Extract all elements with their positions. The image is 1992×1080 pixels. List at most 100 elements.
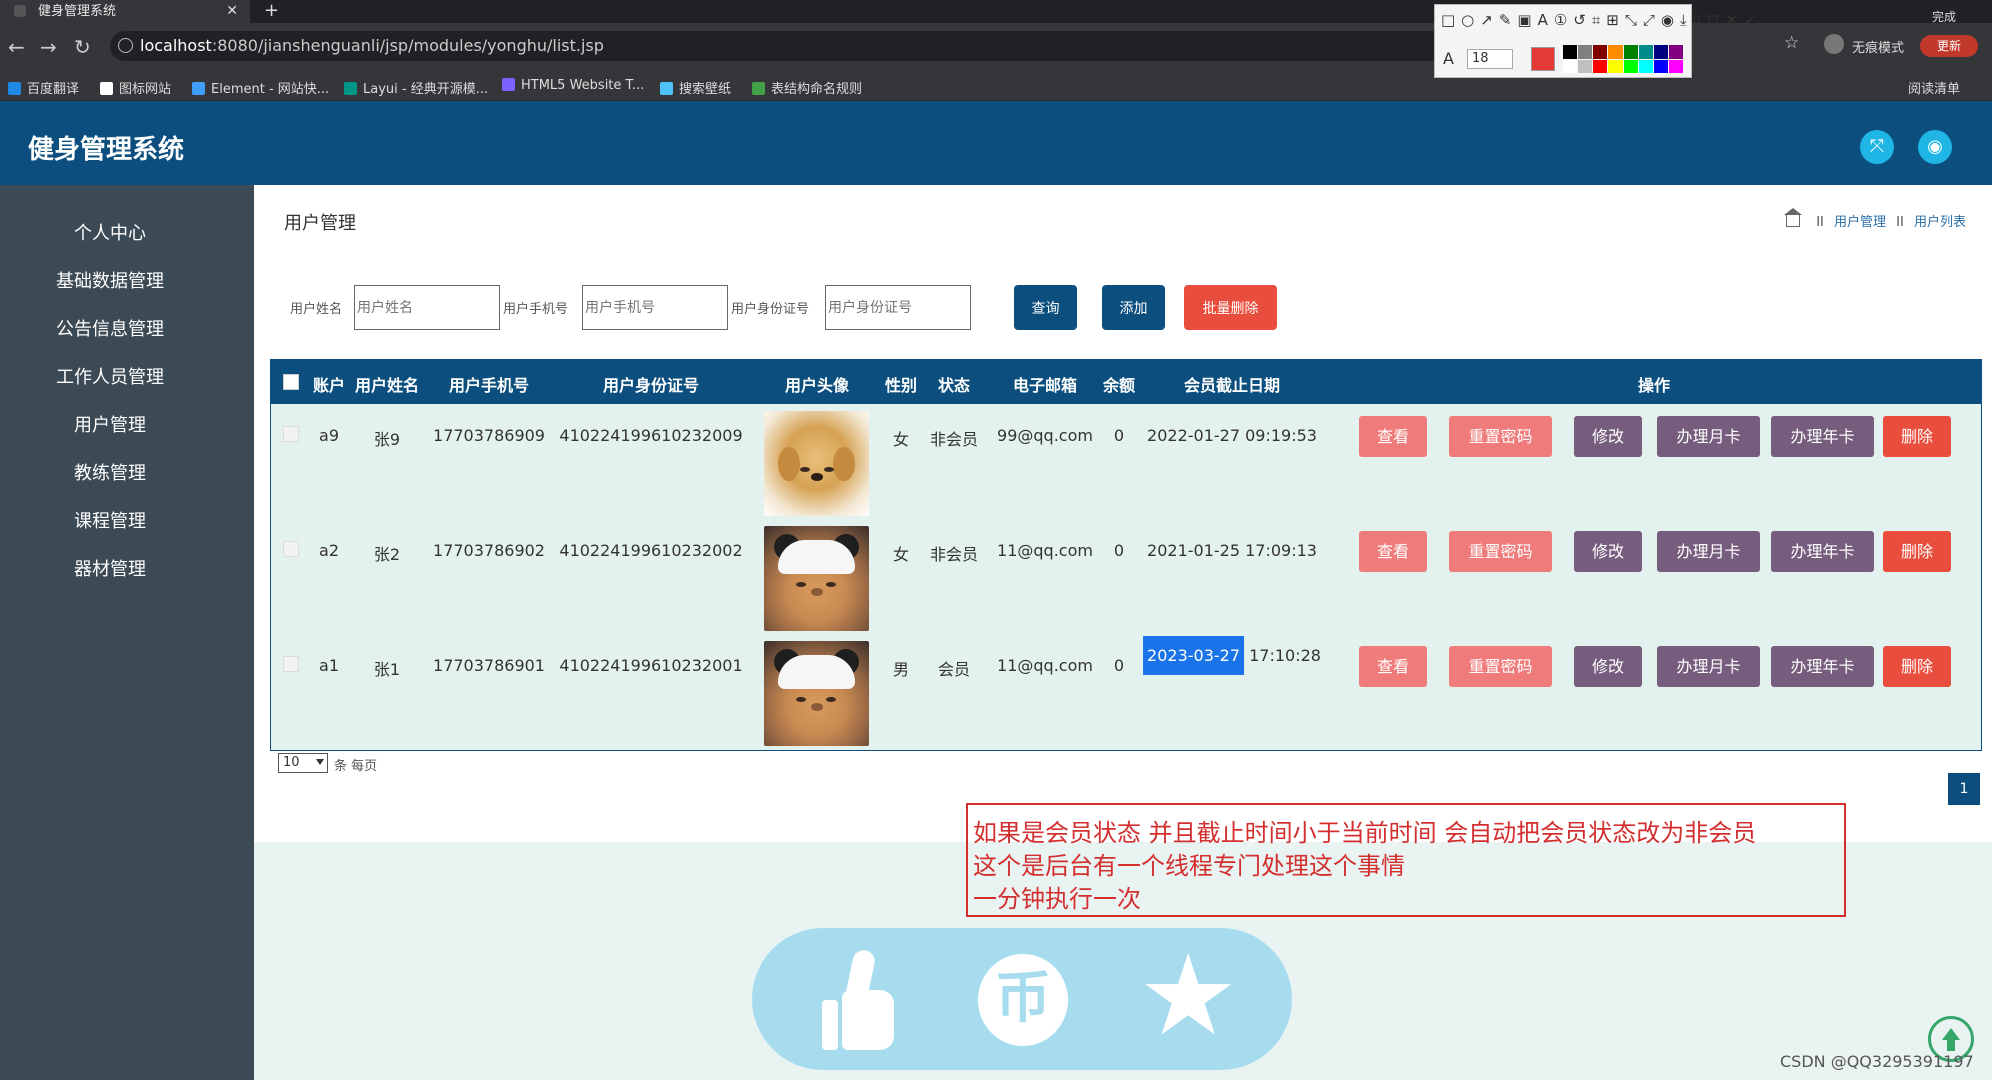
- add-button[interactable]: 添加: [1102, 285, 1165, 330]
- annotation-line: 如果是会员状态 并且截止时间小于当前时间 会自动把会员状态改为非会员: [973, 819, 1757, 847]
- breadcrumb-item[interactable]: 用户管理: [1834, 215, 1886, 230]
- page-title: 用户管理: [284, 213, 356, 234]
- row-checkbox[interactable]: [283, 656, 299, 672]
- phone-search-input[interactable]: [582, 285, 728, 330]
- browser-tab[interactable]: 健身管理系统 ✕: [0, 0, 250, 23]
- reading-list[interactable]: 阅读清单: [1908, 78, 1960, 97]
- row-checkbox[interactable]: [283, 541, 299, 557]
- sidebar-item-coaches[interactable]: 教练管理: [0, 459, 220, 485]
- edit-button[interactable]: 修改: [1574, 646, 1642, 687]
- sidebar-item-courses[interactable]: 课程管理: [0, 507, 220, 533]
- yearly-card-button[interactable]: 办理年卡: [1771, 646, 1874, 687]
- sidebar-item-basic-data[interactable]: 基础数据管理: [0, 267, 220, 293]
- query-button[interactable]: 查询: [1014, 285, 1077, 330]
- address-bar[interactable]: localhost:8080/jianshenguanli/jsp/module…: [110, 31, 1460, 61]
- cell-expiry: 2023-03-27 17:10:28: [1143, 636, 1321, 675]
- table-row: a2 张2 17703786902 410224199610232002 女 非…: [271, 521, 1981, 636]
- bookmark-star-icon[interactable]: ☆: [1784, 33, 1799, 53]
- bookmarks-bar: 百度翻译 图标网站 Element - 网站快... Layui - 经典开源模…: [0, 71, 1992, 101]
- cell-account: a1: [319, 656, 339, 675]
- annotation-done[interactable]: 完成: [1932, 8, 1956, 25]
- column-header: 账户: [312, 376, 346, 395]
- fullscreen-icon[interactable]: ⤧: [1860, 130, 1894, 164]
- column-header: 用户身份证号: [602, 376, 700, 395]
- idcard-search-input[interactable]: [825, 285, 971, 330]
- cell-account: a2: [319, 541, 339, 560]
- annotation-tools[interactable]: □○↗✎▣A①↺⌗⊞⤡⤢◉⤓▯⊡✕✓: [1441, 11, 1763, 29]
- tab-close-icon[interactable]: ✕: [226, 0, 238, 23]
- column-header: 电子邮箱: [1012, 376, 1078, 395]
- selected-date-text[interactable]: 2023-03-27: [1143, 636, 1245, 675]
- site-info-icon[interactable]: [118, 38, 133, 53]
- sidebar-item-announcements[interactable]: 公告信息管理: [0, 315, 220, 341]
- new-tab-button[interactable]: +: [264, 0, 279, 22]
- sidebar-item-equipment[interactable]: 器材管理: [0, 555, 220, 581]
- cell-expiry: 2022-01-27 09:19:53: [1147, 426, 1317, 445]
- column-header: 会员截止日期: [1183, 376, 1281, 395]
- url-path: :8080/jianshenguanli/jsp/modules/yonghu/…: [211, 36, 604, 55]
- user-icon[interactable]: ◉: [1918, 130, 1952, 164]
- delete-button[interactable]: 删除: [1883, 646, 1951, 687]
- monthly-card-button[interactable]: 办理月卡: [1657, 531, 1760, 572]
- update-button[interactable]: 更新: [1920, 35, 1978, 57]
- edit-button[interactable]: 修改: [1574, 531, 1642, 572]
- current-color-swatch[interactable]: [1531, 47, 1555, 71]
- bookmark-item[interactable]: 百度翻译: [8, 78, 79, 97]
- row-checkbox[interactable]: [283, 426, 299, 442]
- bookmark-icon: [8, 82, 21, 95]
- monthly-card-button[interactable]: 办理月卡: [1657, 646, 1760, 687]
- select-all-checkbox[interactable]: [283, 374, 299, 390]
- bookmark-item[interactable]: Element - 网站快...: [192, 78, 329, 97]
- home-icon[interactable]: [1784, 208, 1803, 227]
- bookmark-item[interactable]: Layui - 经典开源模...: [344, 78, 488, 97]
- column-header: 用户手机号: [448, 376, 530, 395]
- bookmark-item[interactable]: HTML5 Website T...: [502, 78, 644, 93]
- bookmark-icon: [192, 82, 205, 95]
- bookmark-icon: [502, 78, 515, 91]
- back-arrow-icon[interactable]: ←: [8, 35, 25, 59]
- reload-icon[interactable]: ↻: [74, 35, 91, 59]
- cell-status: 非会员: [929, 430, 979, 449]
- reset-password-button[interactable]: 重置密码: [1449, 646, 1552, 687]
- cell-phone: 17703786902: [433, 541, 545, 560]
- sidebar-item-personal-center[interactable]: 个人中心: [0, 219, 220, 245]
- color-palette[interactable]: [1563, 45, 1683, 73]
- name-search-input[interactable]: [354, 285, 500, 330]
- sidebar-item-users[interactable]: 用户管理: [0, 411, 220, 437]
- cell-status: 非会员: [929, 545, 979, 564]
- chevron-down-icon: [316, 759, 324, 765]
- view-button[interactable]: 查看: [1359, 531, 1427, 572]
- bookmark-icon: [344, 82, 357, 95]
- view-button[interactable]: 查看: [1359, 646, 1427, 687]
- coin-icon[interactable]: 币: [978, 950, 1068, 1050]
- avatar-cat-image: [764, 526, 869, 631]
- yearly-card-button[interactable]: 办理年卡: [1771, 531, 1874, 572]
- avatar-cat-image: [764, 641, 869, 746]
- bookmark-item[interactable]: 图标网站: [100, 78, 171, 97]
- forward-arrow-icon[interactable]: →: [40, 35, 57, 59]
- delete-button[interactable]: 删除: [1883, 531, 1951, 572]
- cell-idcard: 410224199610232009: [559, 426, 743, 445]
- idcard-search-label: 用户身份证号: [731, 302, 810, 317]
- user-table: 账户 用户姓名 用户手机号 用户身份证号 用户头像 性别 状态 电子邮箱 余额 …: [270, 359, 1982, 751]
- cell-name: 张9: [373, 430, 401, 449]
- font-size-select[interactable]: 18: [1467, 49, 1513, 69]
- reset-password-button[interactable]: 重置密码: [1449, 416, 1552, 457]
- page-number-button[interactable]: 1: [1948, 773, 1980, 805]
- bookmark-item[interactable]: 搜索壁纸: [660, 78, 731, 97]
- bookmark-item[interactable]: 表结构命名规则: [752, 78, 862, 97]
- thumbs-up-icon[interactable]: [816, 948, 906, 1050]
- star-icon[interactable]: ★: [1138, 940, 1238, 1052]
- breadcrumb-item[interactable]: 用户列表: [1914, 215, 1966, 230]
- tab-title: 健身管理系统: [38, 4, 117, 19]
- delete-button[interactable]: 删除: [1883, 416, 1951, 457]
- yearly-card-button[interactable]: 办理年卡: [1771, 416, 1874, 457]
- cell-idcard: 410224199610232001: [559, 656, 743, 675]
- view-button[interactable]: 查看: [1359, 416, 1427, 457]
- monthly-card-button[interactable]: 办理月卡: [1657, 416, 1760, 457]
- batch-delete-button[interactable]: 批量删除: [1184, 285, 1277, 330]
- reset-password-button[interactable]: 重置密码: [1449, 531, 1552, 572]
- sidebar-item-staff[interactable]: 工作人员管理: [0, 363, 220, 389]
- edit-button[interactable]: 修改: [1574, 416, 1642, 457]
- cell-balance: 0: [1113, 426, 1125, 445]
